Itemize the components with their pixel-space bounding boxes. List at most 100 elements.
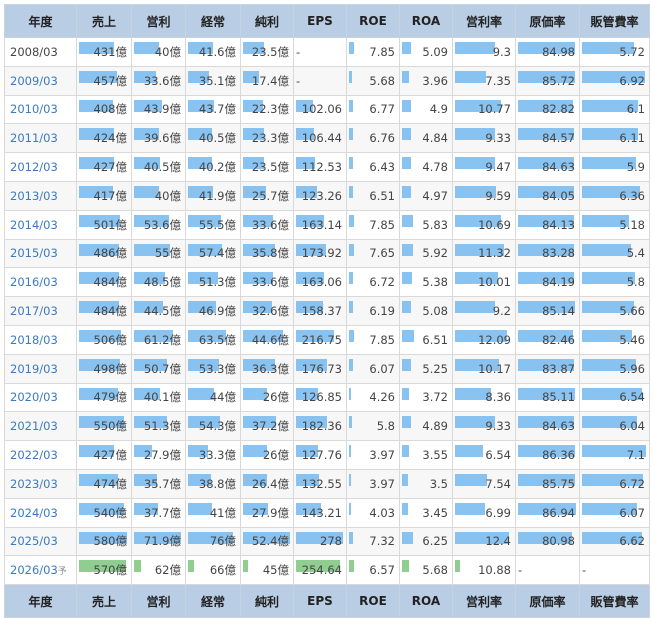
ordinary-profit-value: 46.9億 <box>198 304 236 319</box>
year-cell[interactable]: 2011/03 <box>4 123 77 154</box>
roe-bar <box>349 301 353 314</box>
sales-cell: 506億 <box>76 324 132 355</box>
table-row: 2023/03 474億 35.7億 38.8億 26.4億 132.55 3.97 3.5 7… <box>4 468 650 499</box>
year-cell[interactable]: 2010/03 <box>4 94 77 125</box>
cost-ratio-cell: 84.05 <box>515 180 580 211</box>
year-cell[interactable]: 2022/03 <box>4 440 77 470</box>
year-cell[interactable]: 2020/03 <box>4 382 77 413</box>
year-cell[interactable]: 2018/03 <box>4 324 77 355</box>
sga-ratio-value: 5.66 <box>619 304 645 319</box>
operating-profit-cell: 51.3億 <box>131 411 186 442</box>
year-link[interactable]: 2025/03 <box>10 534 58 548</box>
net-profit-value: 26.4億 <box>251 476 289 491</box>
operating-profit-value: 44.5億 <box>143 304 181 319</box>
ordinary-profit-cell: 44億 <box>185 382 241 413</box>
year-link[interactable]: 2023/03 <box>10 477 58 491</box>
year-cell: 2008/03 <box>4 37 77 67</box>
year-link[interactable]: 2012/03 <box>10 160 58 174</box>
year-cell[interactable]: 2021/03 <box>4 411 77 442</box>
operating-margin-cell: 9.33 <box>452 411 516 442</box>
operating-profit-value: 35.7億 <box>143 476 181 491</box>
cost-ratio-cell: 83.87 <box>515 353 580 384</box>
sales-cell: 417億 <box>76 180 132 211</box>
eps-cell: 173.92 <box>293 238 347 269</box>
footer-operating-margin: 営利率 <box>452 584 516 618</box>
year-cell[interactable]: 2024/03 <box>4 497 77 528</box>
net-profit-cell: 37.2億 <box>240 411 294 442</box>
table-row: 2009/03 457億 33.6億 35.1億 17.4億 - 5.68 3.96 7.35 8… <box>4 65 650 96</box>
net-profit-value: 23.5億 <box>251 44 289 59</box>
year-link[interactable]: 2020/03 <box>10 390 58 404</box>
roa-cell: 5.08 <box>399 296 453 326</box>
footer-net-profit: 純利 <box>240 584 294 618</box>
net-profit-value: 37.2億 <box>251 419 289 434</box>
year-cell[interactable]: 2012/03 <box>4 152 77 182</box>
roe-value: 4.03 <box>369 505 395 520</box>
year-cell[interactable]: 2013/03 <box>4 180 77 211</box>
year-cell[interactable]: 2009/03 <box>4 65 77 96</box>
year-cell[interactable]: 2015/03 <box>4 238 77 269</box>
year-link[interactable]: 2011/03 <box>10 131 58 145</box>
year-link[interactable]: 2015/03 <box>10 246 58 260</box>
year-link[interactable]: 2017/03 <box>10 304 58 318</box>
operating-margin-bar <box>455 560 460 573</box>
roe-bar <box>349 358 353 371</box>
cost-ratio-cell: 82.82 <box>515 94 580 125</box>
roa-bar <box>402 301 411 314</box>
ordinary-profit-value: 76億 <box>209 534 236 549</box>
sga-ratio-cell: 6.07 <box>579 497 650 528</box>
roe-value: 6.07 <box>369 361 395 376</box>
year-link[interactable]: 2026/03 <box>10 563 58 577</box>
year-cell[interactable]: 2016/03 <box>4 267 77 298</box>
cost-ratio-cell: 85.11 <box>515 382 580 413</box>
net-profit-value: 25.7億 <box>251 188 289 203</box>
sga-ratio-value: 7.1 <box>626 448 645 463</box>
year-cell[interactable]: 2017/03 <box>4 296 77 326</box>
eps-value: 173.92 <box>301 246 342 261</box>
net-profit-cell: 23.3億 <box>240 123 294 154</box>
operating-margin-value: 12.4 <box>485 534 511 549</box>
eps-value: 163.06 <box>301 275 342 290</box>
year-link[interactable]: 2009/03 <box>10 74 58 88</box>
operating-profit-cell: 71.9億 <box>131 526 186 557</box>
year-link[interactable]: 2018/03 <box>10 333 58 347</box>
roe-cell: 6.19 <box>346 296 400 326</box>
sales-cell: 550億 <box>76 411 132 442</box>
roa-bar <box>402 243 413 256</box>
operating-margin-value: 10.88 <box>478 563 511 578</box>
roa-value: 4.78 <box>422 160 448 175</box>
year-link[interactable]: 2016/03 <box>10 275 58 289</box>
year-link[interactable]: 2024/03 <box>10 506 58 520</box>
year-link[interactable]: 2019/03 <box>10 362 58 376</box>
sga-ratio-value: 6.36 <box>619 188 645 203</box>
roa-bar <box>402 358 411 371</box>
eps-cell: - <box>293 65 347 96</box>
sales-cell: 580億 <box>76 526 132 557</box>
year-link[interactable]: 2022/03 <box>10 448 58 462</box>
net-profit-value: 36.3億 <box>251 361 289 376</box>
roe-value: 4.26 <box>369 390 395 405</box>
roa-bar <box>402 99 411 112</box>
year-cell[interactable]: 2025/03 <box>4 526 77 557</box>
sga-ratio-value: 5.96 <box>619 361 645 376</box>
year-link[interactable]: 2014/03 <box>10 218 58 232</box>
year-link[interactable]: 2021/03 <box>10 419 58 433</box>
operating-margin-cell: 7.54 <box>452 468 516 499</box>
footer-roe: ROE <box>346 584 400 618</box>
year-cell[interactable]: 2023/03 <box>4 468 77 499</box>
roa-bar <box>402 560 409 573</box>
header-sga-ratio: 販管費率 <box>579 4 650 38</box>
year-cell[interactable]: 2014/03 <box>4 209 77 240</box>
ordinary-profit-cell: 33.3億 <box>185 440 241 470</box>
year-link[interactable]: 2010/03 <box>10 102 58 116</box>
year-cell[interactable]: 2026/03予 <box>4 555 77 586</box>
year-cell[interactable]: 2019/03 <box>4 353 77 384</box>
year-label: 2008/03 <box>10 44 58 59</box>
roa-cell: 5.09 <box>399 37 453 67</box>
roe-cell: 6.77 <box>346 94 400 125</box>
sga-ratio-value: 6.54 <box>619 390 645 405</box>
ordinary-profit-cell: 38.8億 <box>185 468 241 499</box>
cost-ratio-value: 82.82 <box>542 102 575 117</box>
roa-value: 5.38 <box>422 275 448 290</box>
year-link[interactable]: 2013/03 <box>10 189 58 203</box>
